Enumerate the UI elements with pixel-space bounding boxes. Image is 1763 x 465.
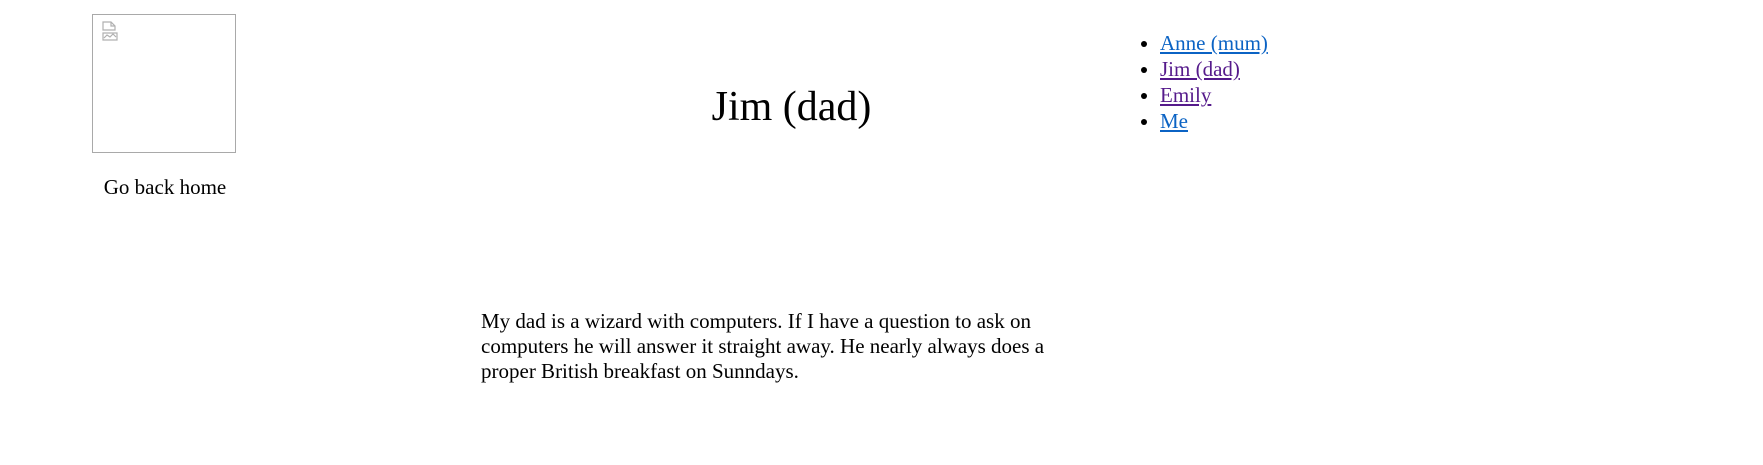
description-paragraph: My dad is a wizard with computers. If I … — [481, 309, 1045, 383]
nav-item-jim: Jim (dad) — [1160, 56, 1268, 82]
nav-link-anne[interactable]: Anne (mum) — [1160, 31, 1268, 55]
page-title: Jim (dad) — [711, 84, 872, 130]
broken-image-icon — [102, 21, 118, 41]
nav-item-anne: Anne (mum) — [1160, 30, 1268, 56]
nav-link-emily[interactable]: Emily — [1160, 83, 1211, 107]
nav-item-emily: Emily — [1160, 82, 1268, 108]
go-back-home-link[interactable]: Go back home — [92, 175, 238, 200]
nav-item-me: Me — [1160, 108, 1268, 134]
page: Go back home Jim (dad) Anne (mum) Jim (d… — [0, 0, 1763, 465]
family-nav-list: Anne (mum) Jim (dad) Emily Me — [1120, 30, 1268, 134]
nav-link-me[interactable]: Me — [1160, 109, 1188, 133]
nav-link-jim[interactable]: Jim (dad) — [1160, 57, 1240, 81]
